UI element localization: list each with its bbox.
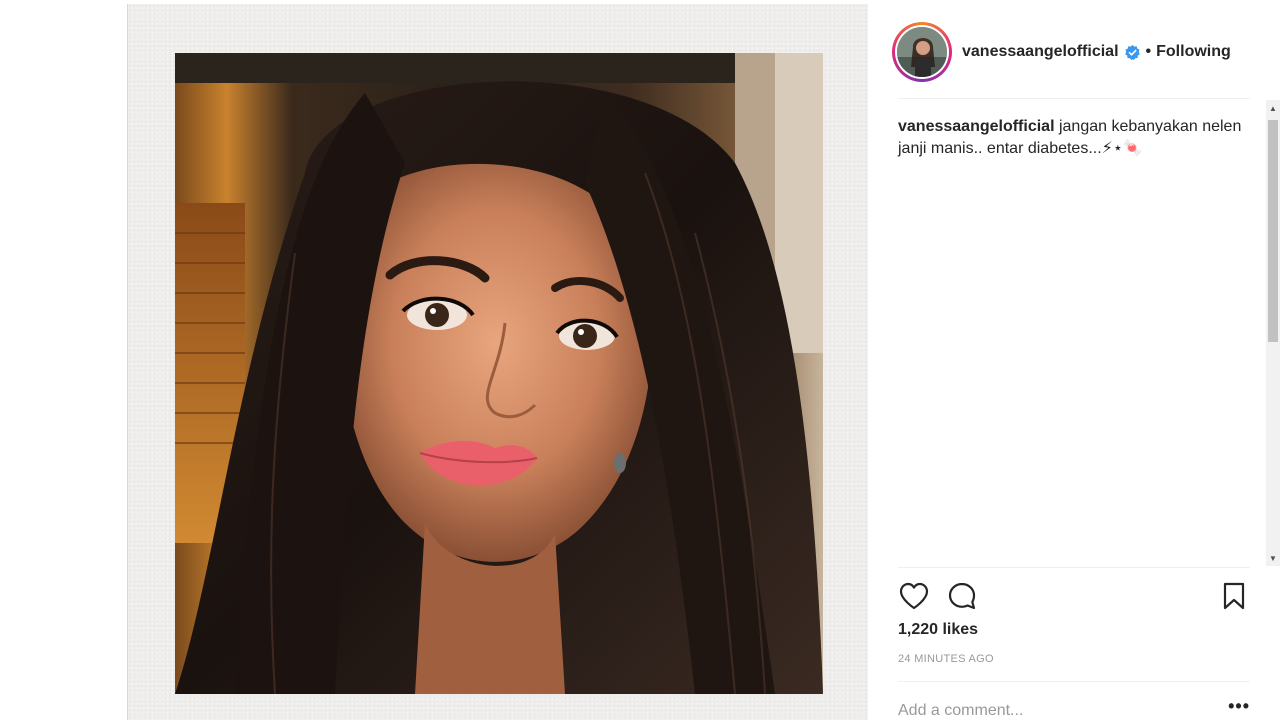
bookmark-icon bbox=[1223, 582, 1245, 610]
avatar[interactable] bbox=[897, 27, 947, 77]
post-caption: vanessaangelofficial jangan kebanyakan n… bbox=[898, 116, 1243, 160]
post-photo[interactable] bbox=[175, 53, 823, 694]
comment-button[interactable] bbox=[946, 580, 978, 612]
scroll-thumb[interactable] bbox=[1268, 120, 1278, 342]
comment-divider bbox=[898, 681, 1250, 682]
heart-icon bbox=[899, 582, 929, 610]
caption-username-link[interactable]: vanessaangelofficial bbox=[898, 118, 1055, 135]
verified-badge-icon bbox=[1124, 44, 1140, 60]
portrait-illustration bbox=[175, 53, 823, 694]
post-side-panel: vanessaangelofficial • Following vanessa… bbox=[868, 0, 1280, 720]
more-options-icon[interactable]: ••• bbox=[1228, 697, 1250, 715]
comments-scrollbar[interactable]: ▲ ▼ bbox=[1266, 100, 1280, 566]
post-header: vanessaangelofficial • Following bbox=[892, 20, 1231, 84]
header-divider bbox=[898, 98, 1250, 99]
post-image-frame bbox=[127, 4, 868, 720]
avatar-border bbox=[895, 25, 949, 79]
save-button[interactable] bbox=[1218, 580, 1250, 612]
comment-input[interactable] bbox=[898, 702, 1218, 720]
instagram-post-view: vanessaangelofficial • Following vanessa… bbox=[0, 0, 1280, 720]
comment-form: ••• bbox=[898, 696, 1250, 726]
scroll-up-arrow-icon[interactable]: ▲ bbox=[1266, 100, 1280, 116]
like-button[interactable] bbox=[898, 580, 930, 612]
likes-count[interactable]: 1,220 likes bbox=[898, 621, 978, 639]
following-button[interactable]: Following bbox=[1156, 43, 1231, 61]
post-timestamp[interactable]: 24 MINUTES AGO bbox=[898, 653, 994, 665]
story-ring[interactable] bbox=[892, 22, 952, 82]
comment-bubble-icon bbox=[948, 582, 976, 610]
username-link[interactable]: vanessaangelofficial bbox=[962, 43, 1119, 61]
separator-dot: • bbox=[1145, 43, 1152, 60]
actions-divider bbox=[898, 567, 1250, 568]
avatar-image bbox=[897, 27, 947, 77]
post-actions bbox=[898, 580, 1250, 612]
header-text: vanessaangelofficial • Following bbox=[962, 43, 1231, 61]
scroll-down-arrow-icon[interactable]: ▼ bbox=[1266, 550, 1280, 566]
